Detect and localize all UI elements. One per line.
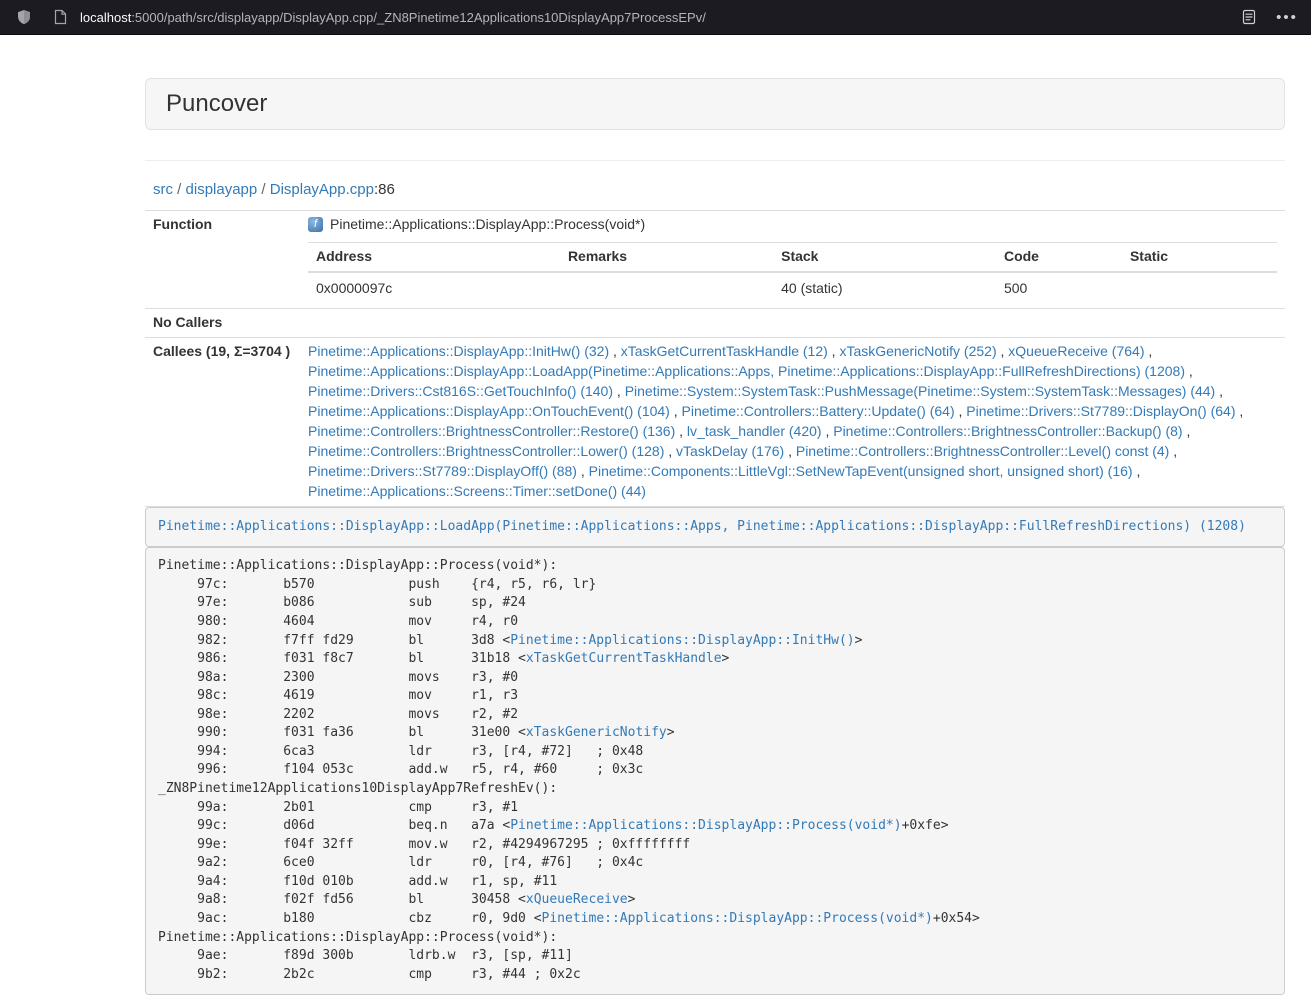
detail-static-value (1122, 272, 1277, 304)
main-content: Puncover src / displayapp / DisplayApp.c… (145, 35, 1285, 995)
breadcrumb-separator: / (261, 181, 265, 198)
callee-link[interactable]: Pinetime::Applications::Screens::Timer::… (308, 483, 646, 499)
callee-link[interactable]: Pinetime::Applications::DisplayApp::OnTo… (308, 403, 670, 419)
callee-link[interactable]: Pinetime::Controllers::Battery::Update()… (682, 403, 955, 419)
function-table: Function fPinetime::Applications::Displa… (145, 210, 1285, 507)
callee-link[interactable]: Pinetime::Controllers::BrightnessControl… (833, 423, 1182, 439)
no-callers-label: No Callers (145, 309, 300, 338)
disassembly-symbol-link[interactable]: xTaskGetCurrentTaskHandle (526, 651, 722, 666)
callee-link[interactable]: Pinetime::Controllers::BrightnessControl… (308, 443, 664, 459)
detail-address-value: 0x0000097c (308, 272, 560, 304)
disassembly-symbol-link[interactable]: Pinetime::Applications::DisplayApp::Init… (510, 633, 854, 648)
disassembly-symbol-link[interactable]: Pinetime::Applications::DisplayApp::Proc… (510, 818, 901, 833)
highlighted-symbol-box: Pinetime::Applications::DisplayApp::Load… (145, 507, 1285, 547)
disassembly-block: Pinetime::Applications::DisplayApp::Proc… (145, 547, 1285, 995)
callee-link[interactable]: Pinetime::Applications::DisplayApp::Init… (308, 343, 609, 359)
page-title-panel: Puncover (145, 78, 1285, 130)
detail-header-static: Static (1122, 243, 1277, 272)
breadcrumb-separator: / (177, 181, 181, 198)
detail-code-value: 500 (996, 272, 1122, 304)
detail-header-remarks: Remarks (560, 243, 773, 272)
detail-stack-value: 40 (static) (773, 272, 996, 304)
detail-header-code: Code (996, 243, 1122, 272)
breadcrumb-link-displayapp[interactable]: displayapp (186, 181, 258, 198)
callee-link[interactable]: Pinetime::Applications::DisplayApp::Load… (308, 363, 1185, 379)
callee-link[interactable]: Pinetime::Drivers::St7789::DisplayOn() (… (966, 403, 1235, 419)
callees-label: Callees (19, Σ=3704 ) (145, 338, 300, 507)
breadcrumb: src / displayapp / DisplayApp.cpp:86 (153, 181, 1285, 198)
reader-mode-icon[interactable] (1237, 5, 1261, 29)
symbol-type-icon: f (308, 217, 323, 232)
callee-link[interactable]: Pinetime::Controllers::BrightnessControl… (796, 443, 1169, 459)
disassembly-symbol-link[interactable]: Pinetime::Applications::DisplayApp::Proc… (542, 911, 933, 926)
callee-link[interactable]: xTaskGetCurrentTaskHandle (12) (621, 343, 828, 359)
callees-row: Callees (19, Σ=3704 ) Pinetime::Applicat… (145, 338, 1285, 507)
detail-header-stack: Stack (773, 243, 996, 272)
shield-icon[interactable] (12, 5, 36, 29)
no-callers-cell (300, 309, 1285, 338)
function-row: Function f Pinetime::Applications::Displa… (145, 211, 1285, 309)
browser-bar: localhost:5000/path/src/displayapp/Displ… (0, 0, 1311, 35)
detail-header-address: Address (308, 243, 560, 272)
breadcrumb-link-file[interactable]: DisplayApp.cpp (270, 181, 374, 198)
callee-link[interactable]: Pinetime::Drivers::Cst816S::GetTouchInfo… (308, 383, 613, 399)
disassembly-symbol-link[interactable]: xTaskGenericNotify (526, 725, 667, 740)
disassembly-symbol-link[interactable]: xQueueReceive (526, 892, 628, 907)
breadcrumb-link-src[interactable]: src (153, 181, 173, 198)
callee-link[interactable]: lv_task_handler (420) (687, 423, 822, 439)
callee-link[interactable]: vTaskDelay (176) (676, 443, 784, 459)
detail-row: 0x0000097c 40 (static) 500 (308, 272, 1277, 304)
breadcrumb-line-number: :86 (374, 181, 395, 198)
callee-link[interactable]: Pinetime::Drivers::St7789::DisplayOff() … (308, 463, 577, 479)
callee-link[interactable]: Pinetime::Components::LittleVgl::SetNewT… (589, 463, 1133, 479)
page-icon[interactable] (48, 5, 72, 29)
page-title: Puncover (166, 91, 1264, 117)
function-name: Pinetime::Applications::DisplayApp::Proc… (330, 216, 645, 232)
no-callers-row: No Callers (145, 309, 1285, 338)
function-detail-table: Address Remarks Stack Code Static 0x0000… (308, 242, 1277, 304)
url-host: localhost (80, 10, 131, 25)
callee-link[interactable]: xQueueReceive (764) (1008, 343, 1144, 359)
detail-remarks-value (560, 272, 773, 304)
function-row-label: Function (145, 211, 300, 309)
menu-dots-icon[interactable]: ••• (1275, 5, 1299, 29)
function-cell: f Pinetime::Applications::DisplayApp::Pro… (300, 211, 1285, 309)
callees-cell: Pinetime::Applications::DisplayApp::Init… (300, 338, 1285, 507)
callee-link[interactable]: xTaskGenericNotify (252) (839, 343, 996, 359)
callee-link[interactable]: Pinetime::Controllers::BrightnessControl… (308, 423, 675, 439)
url-bar[interactable]: localhost:5000/path/src/displayapp/Displ… (80, 10, 1237, 25)
loadapp-symbol-link[interactable]: Pinetime::Applications::DisplayApp::Load… (158, 519, 1246, 534)
divider (145, 160, 1285, 161)
callee-link[interactable]: Pinetime::System::SystemTask::PushMessag… (625, 383, 1216, 399)
url-path: :5000/path/src/displayapp/DisplayApp.cpp… (131, 10, 706, 25)
